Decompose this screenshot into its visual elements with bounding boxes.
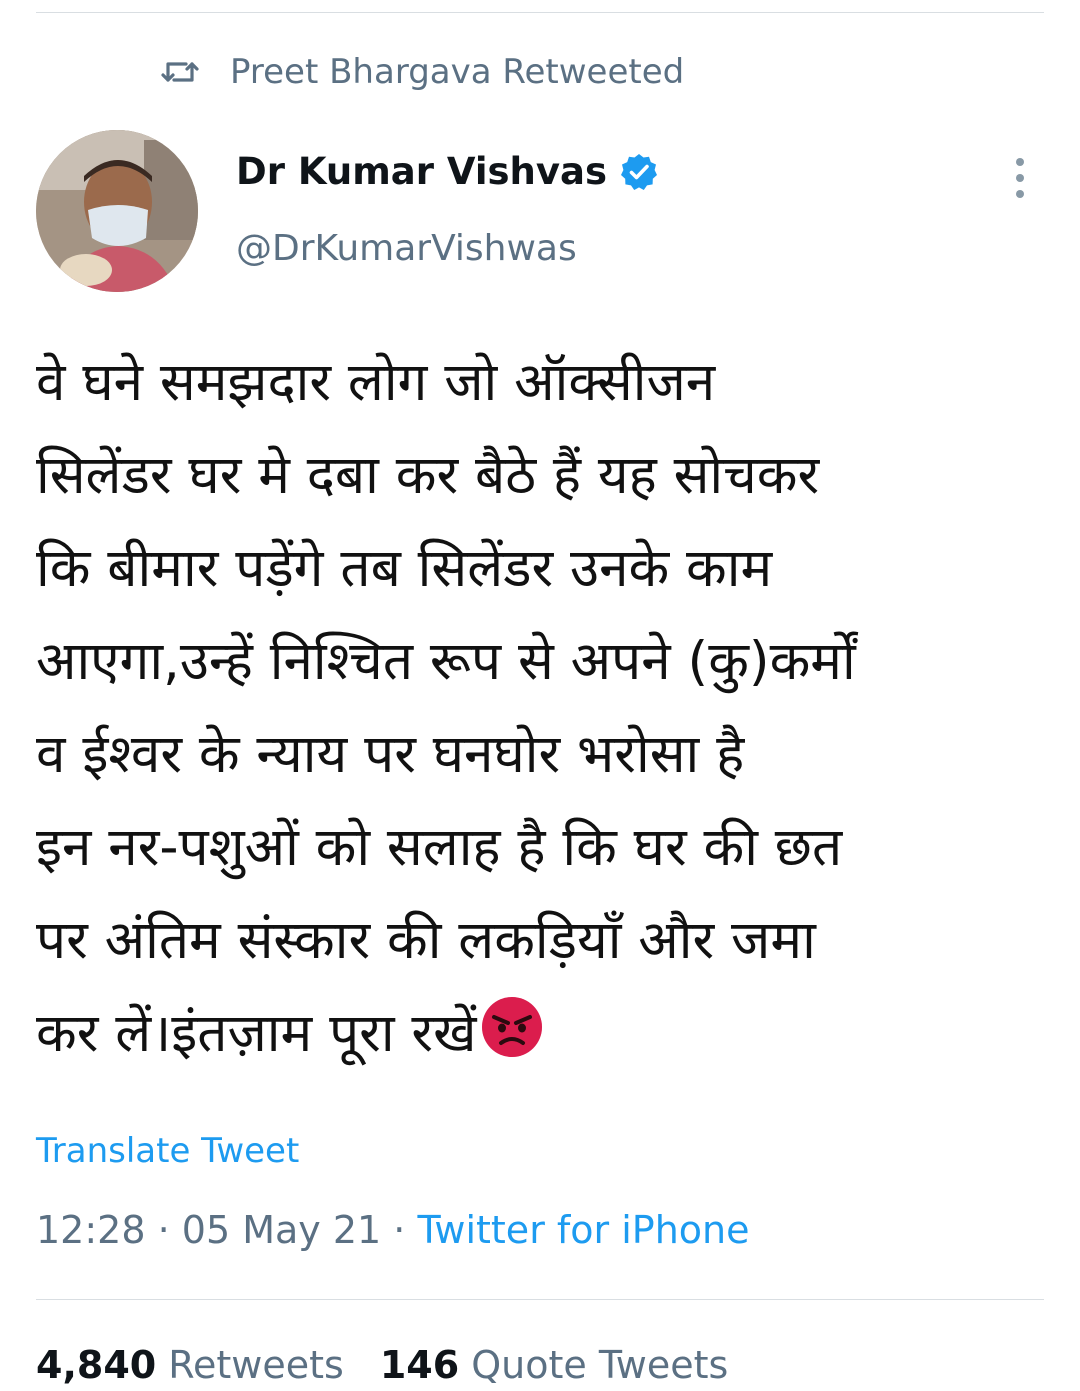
tweet-line: आएगा,उन्हें निश्चित रूप से अपने (कु)कर्म… — [36, 631, 856, 692]
quote-tweets-stat[interactable]: 146 Quote Tweets — [380, 1343, 728, 1387]
tweet-line: व ईश्वर के न्याय पर घनघोर भरोसा है — [36, 724, 745, 785]
tweet-meta: 12:28 · 05 May 21 · Twitter for iPhone — [36, 1208, 750, 1252]
tweet-time[interactable]: 12:28 — [36, 1208, 146, 1252]
tweet-line-last: कर लें।इंतज़ाम पूरा रखें — [36, 987, 1046, 1080]
tweet-line: सिलेंडर घर मे दबा कर बैठे हैं यह सोचकर — [36, 445, 820, 506]
translate-tweet-link[interactable]: Translate Tweet — [36, 1131, 299, 1171]
angry-face-emoji-icon — [480, 995, 544, 1059]
author-handle[interactable]: @DrKumarVishwas — [236, 228, 577, 269]
meta-separator: · — [381, 1208, 418, 1252]
retweet-banner-text: Preet Bhargava Retweeted — [230, 52, 685, 92]
author-name-row[interactable]: Dr Kumar Vishvas — [236, 150, 659, 193]
tweet-line: इन नर-पशुओं को सलाह है कि घर की छत — [36, 817, 843, 878]
tweet-line: कि बीमार पड़ेंगे तब सिलेंडर उनके काम — [36, 538, 773, 599]
quote-tweets-label: Quote Tweets — [471, 1343, 729, 1387]
tweet-line-text: कर लें।इंतज़ाम पूरा रखें — [36, 1003, 477, 1064]
tweet-line: वे घने समझदार लोग जो ऑक्सीजन — [36, 352, 716, 413]
tweet-stats: 4,840 Retweets 146 Quote Tweets — [36, 1343, 728, 1387]
more-options-icon[interactable] — [1004, 158, 1036, 198]
stats-divider — [36, 1299, 1044, 1300]
meta-separator: · — [145, 1208, 182, 1252]
avatar[interactable] — [36, 130, 198, 292]
tweet-text: वे घने समझदार लोग जो ऑक्सीजन सिलेंडर घर … — [36, 336, 1046, 1080]
retweets-count: 4,840 — [36, 1343, 157, 1387]
tweet-line: पर अंतिम संस्कार की लकड़ियाँ और जमा — [36, 910, 816, 971]
tweet-date[interactable]: 05 May 21 — [182, 1208, 381, 1252]
retweet-banner[interactable]: Preet Bhargava Retweeted — [160, 52, 684, 92]
top-divider — [36, 12, 1044, 13]
verified-badge-icon — [619, 152, 659, 192]
retweets-stat[interactable]: 4,840 Retweets — [36, 1343, 344, 1387]
tweet-source-link[interactable]: Twitter for iPhone — [417, 1208, 749, 1252]
retweet-icon — [160, 52, 200, 92]
author-name: Dr Kumar Vishvas — [236, 150, 607, 193]
quote-tweets-count: 146 — [379, 1343, 460, 1387]
retweets-label: Retweets — [168, 1343, 344, 1387]
